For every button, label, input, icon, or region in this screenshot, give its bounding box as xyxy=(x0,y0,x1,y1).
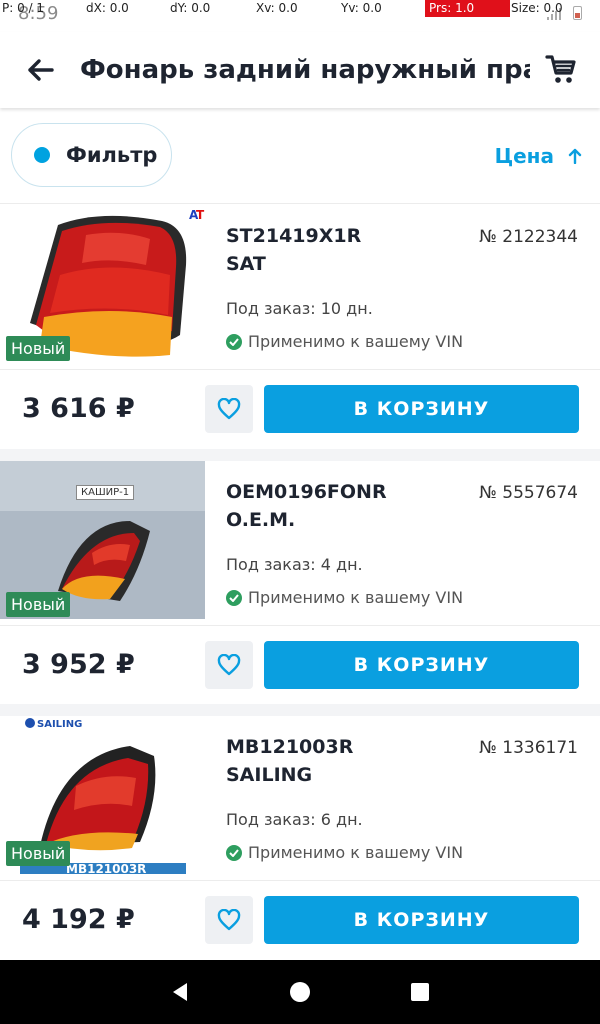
back-icon[interactable] xyxy=(169,981,191,1003)
debug-size: Size: 0.0 xyxy=(511,1,563,15)
sort-button[interactable]: Цена xyxy=(495,144,582,168)
app-bar: Фонарь задний наружный пра... xyxy=(0,32,600,108)
debug-overlay: P: 0 / 1 dX: 0.0 dY: 0.0 Xv: 0.0 Yv: 0.0… xyxy=(0,0,600,17)
add-to-cart-button[interactable]: В КОРЗИНУ xyxy=(264,641,579,689)
filter-label: Фильтр xyxy=(66,143,158,167)
svg-text:T: T xyxy=(196,208,205,222)
product-card[interactable]: КАШИР-1 Новый OEM0196FONR O.E.M. № 55576… xyxy=(0,461,600,713)
system-nav-bar xyxy=(0,960,600,1024)
filter-dot-icon xyxy=(34,147,50,163)
recents-icon[interactable] xyxy=(409,981,431,1003)
sort-label: Цена xyxy=(494,144,554,168)
product-image[interactable]: КАШИР-1 Новый xyxy=(0,461,205,619)
heart-icon xyxy=(217,398,241,420)
favorite-button[interactable] xyxy=(205,896,253,944)
image-part-label: MB121003R xyxy=(66,862,147,874)
product-brand: SAILING xyxy=(226,764,313,786)
product-price: 3 616 ₽ xyxy=(22,393,135,424)
product-sku: MB121003R xyxy=(226,736,354,758)
divider xyxy=(0,369,600,370)
product-card[interactable]: SAILING MB121003R Новый MB121003R SAILIN… xyxy=(0,716,600,968)
check-circle-icon xyxy=(226,844,242,861)
product-image[interactable]: SAILING MB121003R Новый xyxy=(0,716,205,874)
debug-yv: Yv: 0.0 xyxy=(341,1,382,15)
card-separator xyxy=(0,704,600,716)
debug-dy: dY: 0.0 xyxy=(170,1,211,15)
home-icon[interactable] xyxy=(289,981,311,1003)
product-price: 4 192 ₽ xyxy=(22,904,135,935)
new-badge: Новый xyxy=(6,841,71,866)
product-sku: ST21419X1R xyxy=(226,225,362,247)
cart-button[interactable] xyxy=(544,52,578,86)
filter-button[interactable]: Фильтр xyxy=(11,123,172,187)
product-image[interactable]: A T Новый xyxy=(0,205,205,363)
vin-text: Применимо к вашему VIN xyxy=(248,588,464,607)
vin-text: Применимо к вашему VIN xyxy=(248,843,464,862)
heart-icon xyxy=(217,909,241,931)
divider xyxy=(0,625,600,626)
product-brand: SAT xyxy=(226,253,266,275)
page-title: Фонарь задний наружный пра... xyxy=(80,55,530,85)
check-circle-icon xyxy=(226,589,242,606)
new-badge: Новый xyxy=(6,592,71,617)
filter-bar: Фильтр Цена xyxy=(0,108,600,204)
back-button[interactable] xyxy=(0,32,80,108)
heart-icon xyxy=(217,654,241,676)
product-sku: OEM0196FONR xyxy=(226,481,387,503)
new-badge: Новый xyxy=(6,336,71,361)
product-number: № 2122344 xyxy=(479,227,578,247)
arrow-up-icon xyxy=(568,148,582,164)
product-card[interactable]: A T Новый ST21419X1R SAT № 2122344 Под з… xyxy=(0,205,600,457)
vin-text: Применимо к вашему VIN xyxy=(248,332,464,351)
image-label-tag: КАШИР-1 xyxy=(76,485,135,500)
card-separator xyxy=(0,449,600,461)
cart-icon xyxy=(545,55,576,83)
delivery-time: Под заказ: 6 дн. xyxy=(226,810,363,829)
product-brand: O.E.M. xyxy=(226,509,296,531)
check-circle-icon xyxy=(226,333,242,350)
debug-p: P: 0 / 1 xyxy=(2,1,45,15)
debug-prs: Prs: 1.0 xyxy=(425,0,510,17)
delivery-time: Под заказ: 10 дн. xyxy=(226,299,373,318)
product-number: № 5557674 xyxy=(479,483,578,503)
favorite-button[interactable] xyxy=(205,641,253,689)
product-price: 3 952 ₽ xyxy=(22,649,135,680)
favorite-button[interactable] xyxy=(205,385,253,433)
vin-compatibility: Применимо к вашему VIN xyxy=(226,332,463,351)
product-number: № 1336171 xyxy=(479,738,578,758)
delivery-time: Под заказ: 4 дн. xyxy=(226,555,363,574)
debug-dx: dX: 0.0 xyxy=(86,1,129,15)
vin-compatibility: Применимо к вашему VIN xyxy=(226,588,463,607)
add-to-cart-button[interactable]: В КОРЗИНУ xyxy=(264,385,579,433)
svg-text:SAILING: SAILING xyxy=(37,719,82,730)
vin-compatibility: Применимо к вашему VIN xyxy=(226,843,463,862)
debug-xv: Xv: 0.0 xyxy=(256,1,298,15)
divider xyxy=(0,880,600,881)
arrow-left-icon xyxy=(28,59,54,81)
add-to-cart-button[interactable]: В КОРЗИНУ xyxy=(264,896,579,944)
